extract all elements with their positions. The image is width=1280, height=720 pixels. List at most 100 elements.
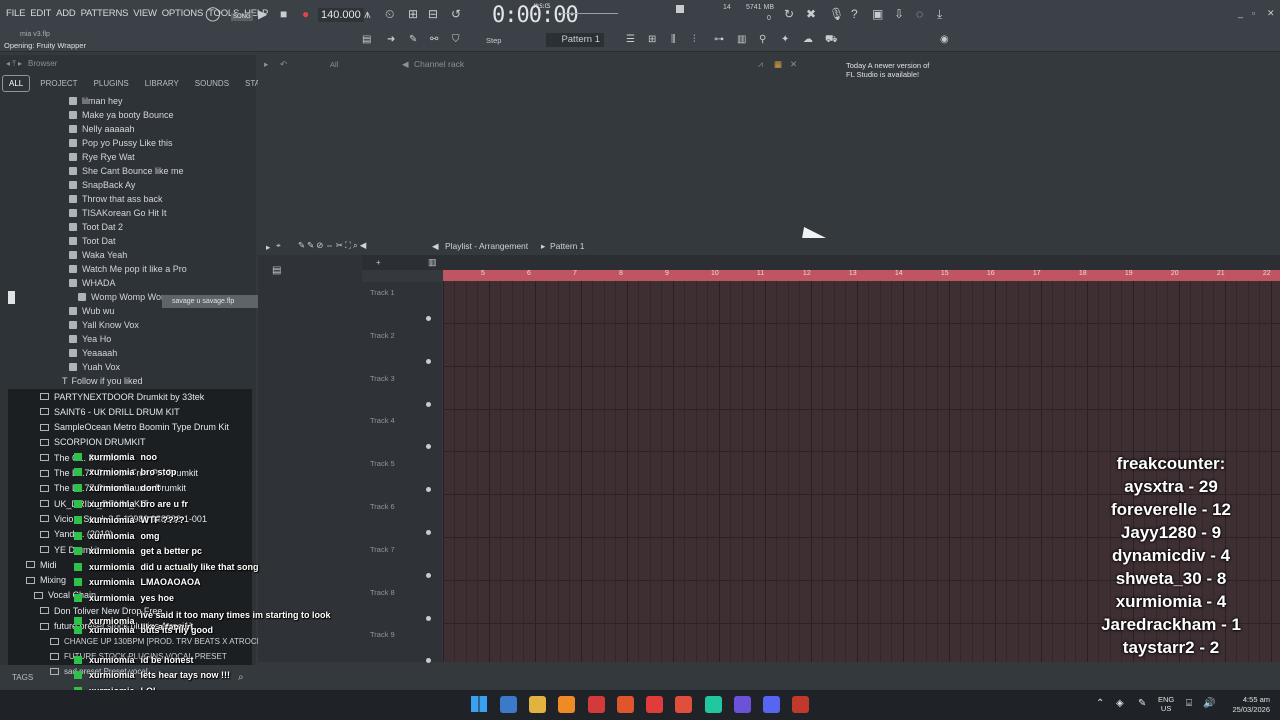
follow-note[interactable]: T Follow if you liked	[62, 374, 143, 388]
pencil-icon[interactable]: ✎	[409, 34, 417, 46]
browser-folder[interactable]: SCORPION DRUMKIT	[40, 435, 146, 450]
piano-icon[interactable]: ▤	[362, 34, 371, 46]
widgets-icon[interactable]	[500, 696, 517, 713]
windows-start-icon[interactable]	[471, 696, 487, 712]
volume-icon[interactable]: 🔊	[1203, 698, 1215, 709]
touch-icon[interactable]: ✦	[781, 34, 789, 46]
track-label[interactable]: Track 8	[370, 588, 395, 597]
browser-item[interactable]: Rye Rye Wat	[69, 150, 135, 164]
browser-item[interactable]: Womp Womp Womp	[78, 290, 174, 304]
playlist-arrow-icon[interactable]: ▸	[266, 242, 270, 253]
browser-item[interactable]: WHADA	[69, 276, 116, 290]
browser-folder[interactable]: Mixing	[26, 573, 66, 588]
browser-folder[interactable]: SAINT6 - UK DRILL DRUM KIT	[40, 404, 180, 419]
track-label[interactable]: Track 6	[370, 502, 395, 511]
track-mute-toggle[interactable]	[426, 487, 431, 493]
language-indicator[interactable]: ENG US	[1158, 695, 1174, 713]
track-mute-toggle[interactable]	[426, 358, 431, 364]
piano-roll-icon[interactable]: ⫶	[693, 34, 696, 46]
menu-options[interactable]: OPTIONS	[162, 8, 204, 19]
restore-icon[interactable]: ▫	[1252, 8, 1255, 18]
menu-edit[interactable]: EDIT	[30, 8, 51, 19]
browser-item[interactable]: Yea Ho	[69, 332, 111, 346]
channel-rack-icon[interactable]: ⊞	[648, 34, 656, 46]
reddit-icon[interactable]	[646, 696, 663, 713]
browser-tab-plugins[interactable]: PLUGINS	[88, 76, 135, 91]
file-explorer-icon[interactable]	[529, 696, 546, 713]
menu-view[interactable]: VIEW	[133, 8, 157, 19]
browser-item[interactable]: She Cant Bounce like me	[69, 164, 184, 178]
news-icon[interactable]: ◉	[940, 34, 949, 46]
browser-item[interactable]: SnapBack Ay	[69, 178, 135, 192]
metronome-icon[interactable]: ⩚	[364, 8, 371, 20]
network-icon[interactable]: ⌸	[1186, 698, 1192, 709]
browser-nav-icon[interactable]: ◂ ⤒ ▸	[6, 59, 22, 69]
track-mute-toggle[interactable]	[426, 658, 431, 664]
browser-tab-all[interactable]: ALL	[2, 75, 31, 92]
loop-record-icon[interactable]: ↺	[451, 8, 461, 20]
refresh-icon[interactable]: ↻	[784, 8, 794, 20]
browser-icon[interactable]: ▥	[737, 34, 746, 46]
snap-step-select[interactable]: Step	[486, 36, 501, 45]
browser-item[interactable]: Pop yo Pussy Like this	[69, 136, 173, 150]
help-icon[interactable]: ?	[851, 8, 858, 20]
master-pitch-knob[interactable]	[676, 5, 684, 13]
time-display[interactable]: 0:00:00 M:S:CS	[492, 3, 579, 28]
channel-rack-back-icon[interactable]: ↶	[280, 59, 287, 70]
track-mute-toggle[interactable]	[426, 401, 431, 407]
menu-file[interactable]: FILE	[6, 8, 25, 19]
menu-add[interactable]: ADD	[56, 8, 76, 19]
channel-filter[interactable]: All	[330, 60, 338, 69]
song-mode-badge[interactable]: SONG	[231, 13, 253, 21]
browser-tab-sounds[interactable]: SOUNDS	[189, 76, 235, 91]
discord-icon[interactable]	[763, 696, 780, 713]
browser-item[interactable]: Throw that ass back	[69, 192, 163, 206]
track-label[interactable]: Track 3	[370, 374, 395, 383]
browser-folder[interactable]: CHANGE UP 130BPM [PROD. TRV BEATS X ATRO…	[50, 634, 281, 649]
track-mute-toggle[interactable]	[426, 615, 431, 621]
track-mute-toggle[interactable]	[426, 444, 431, 450]
cart-icon[interactable]: ⛟	[825, 34, 838, 46]
tags-search-icon[interactable]: ⌕	[238, 672, 244, 683]
playlist-icon[interactable]: ☰	[626, 34, 635, 46]
channel-rack-grid-icon[interactable]: ▦	[774, 59, 782, 70]
playlist-tools-icon[interactable]: ✎✎⊘⇔✂⛶⌕◀	[298, 240, 368, 251]
stamp-icon[interactable]: ⛉	[452, 34, 460, 46]
browser-item[interactable]: Toot Dat 2	[69, 220, 123, 234]
mixer-icon[interactable]: ⫼	[671, 34, 676, 46]
playlist-ruler[interactable]: 5 6 7 8 9 10 11 12 13 14 15 16 17 18 19 20 21 22	[443, 270, 1280, 281]
track-mute-toggle[interactable]	[426, 572, 431, 578]
browser-folder[interactable]: Midi	[26, 557, 57, 572]
tempo-display[interactable]: 140.000	[318, 8, 364, 22]
browser-item[interactable]: Yuah Vox	[69, 360, 120, 374]
add-track-icon[interactable]: +	[376, 258, 381, 267]
render-icon[interactable]: ⇩	[894, 8, 904, 20]
track-mute-toggle[interactable]	[426, 530, 431, 535]
track-label[interactable]: Track 4	[370, 416, 395, 425]
playlist-piano-icon[interactable]: ▤	[272, 265, 281, 276]
clock[interactable]: 4:55 am 25/03/2026	[1230, 695, 1270, 715]
export-icon[interactable]: ⤓	[937, 8, 942, 20]
countdown-icon[interactable]: ⊞	[408, 8, 418, 20]
save-icon[interactable]: ▣	[872, 8, 883, 20]
tiktok-live-icon[interactable]	[588, 696, 605, 713]
step-edit-icon[interactable]: ⊟	[428, 8, 438, 20]
browser-tab-library[interactable]: LIBRARY	[139, 76, 185, 91]
menu-patterns[interactable]: PATTERNS	[81, 8, 129, 19]
browser-tab-project[interactable]: PROJECT	[34, 76, 83, 91]
brave-browser-icon[interactable]	[617, 696, 634, 713]
update-notice[interactable]: Today A newer version of FL Studio is av…	[846, 61, 929, 79]
fl-studio-icon[interactable]	[558, 696, 575, 713]
plugin-icon[interactable]: ⚲	[759, 34, 766, 46]
tray-app-icon[interactable]: ◈	[1116, 698, 1124, 709]
arrow-right-icon[interactable]: ➜	[387, 34, 395, 46]
tags-label[interactable]: TAGS	[12, 673, 33, 682]
browser-item[interactable]: lilman hey	[69, 94, 123, 108]
browser-item[interactable]: Watch Me pop it like a Pro	[69, 262, 187, 276]
track-label[interactable]: Track 7	[370, 545, 395, 554]
channel-rack-close-icon[interactable]: ✕	[790, 59, 797, 70]
browser-item[interactable]: Make ya booty Bounce	[69, 108, 174, 122]
tools-icon[interactable]: ✖	[806, 8, 816, 20]
close-icon[interactable]: ✕	[1267, 8, 1275, 19]
browser-item[interactable]: Yeaaaah	[69, 346, 117, 360]
